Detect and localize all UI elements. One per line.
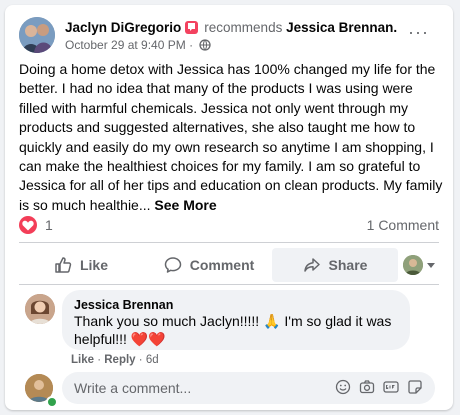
profile-switcher[interactable] <box>403 255 437 275</box>
like-icon <box>55 257 72 273</box>
comment-bubble: Jessica Brennan Thank you so much Jaclyn… <box>62 290 410 350</box>
comment-composer <box>19 370 439 408</box>
gif-icon[interactable] <box>383 379 399 395</box>
comment-reply-link[interactable]: Reply <box>104 354 135 366</box>
post-meta: October 29 at 9:40 PM · <box>65 38 212 54</box>
share-label: Share <box>328 257 368 273</box>
comment-icon <box>164 257 181 273</box>
recommend-icon <box>185 21 199 34</box>
post-header: Jaclyn DiGregorio recommends Jessica Bren… <box>19 15 443 59</box>
meta-separator: · <box>189 38 194 52</box>
like-button[interactable]: Like <box>19 248 143 282</box>
post-body: Doing a home detox with Jessica has 100%… <box>19 60 444 215</box>
chevron-down-icon <box>427 262 435 268</box>
recommends-verb: recommends <box>204 20 283 35</box>
comment-age[interactable]: 6d <box>146 354 159 366</box>
action-bar: Like Comment Share <box>19 248 439 282</box>
recommended-page-link[interactable]: Jessica Brennan. <box>286 20 397 35</box>
globe-icon <box>199 39 212 54</box>
sticker-icon[interactable] <box>407 379 423 395</box>
divider-top <box>19 242 439 243</box>
comment-like-link[interactable]: Like <box>71 354 94 366</box>
online-status-dot <box>46 396 58 408</box>
post-timestamp[interactable]: October 29 at 9:40 PM <box>65 38 186 52</box>
mini-avatar <box>403 255 423 275</box>
heart-icon[interactable] <box>19 216 37 234</box>
reaction-count[interactable]: 1 <box>45 217 53 233</box>
smiley-icon[interactable] <box>335 379 351 395</box>
camera-icon[interactable] <box>359 379 375 395</box>
author-line: Jaclyn DiGregorio recommends Jessica Bren… <box>65 19 397 37</box>
comment-button[interactable]: Comment <box>147 248 271 282</box>
comment-text: Thank you so much Jaclyn!!!!! 🙏 I'm so g… <box>74 313 392 347</box>
author-avatar[interactable] <box>19 17 55 53</box>
comment-count[interactable]: 1 Comment <box>367 217 439 233</box>
author-name[interactable]: Jaclyn DiGregorio <box>65 20 181 35</box>
post-card: Jaclyn DiGregorio recommends Jessica Bren… <box>5 5 453 410</box>
post-stats: 1 1 Comment <box>19 214 439 236</box>
like-label: Like <box>79 257 108 273</box>
divider-bottom <box>19 284 439 285</box>
more-icon[interactable]: ··· <box>408 23 429 41</box>
see-more-link[interactable]: See More <box>154 197 216 213</box>
commenter-name[interactable]: Jessica Brennan <box>74 298 173 312</box>
share-icon <box>303 258 320 272</box>
comment-actions: Like · Reply · 6d <box>71 354 159 366</box>
composer-icons <box>335 379 423 395</box>
comment-item: Jessica Brennan Thank you so much Jaclyn… <box>19 290 439 366</box>
share-button[interactable]: Share <box>272 248 398 282</box>
post-body-text: Doing a home detox with Jessica has 100%… <box>19 61 443 213</box>
commenter-avatar[interactable] <box>25 294 55 324</box>
comment-label: Comment <box>189 257 255 273</box>
